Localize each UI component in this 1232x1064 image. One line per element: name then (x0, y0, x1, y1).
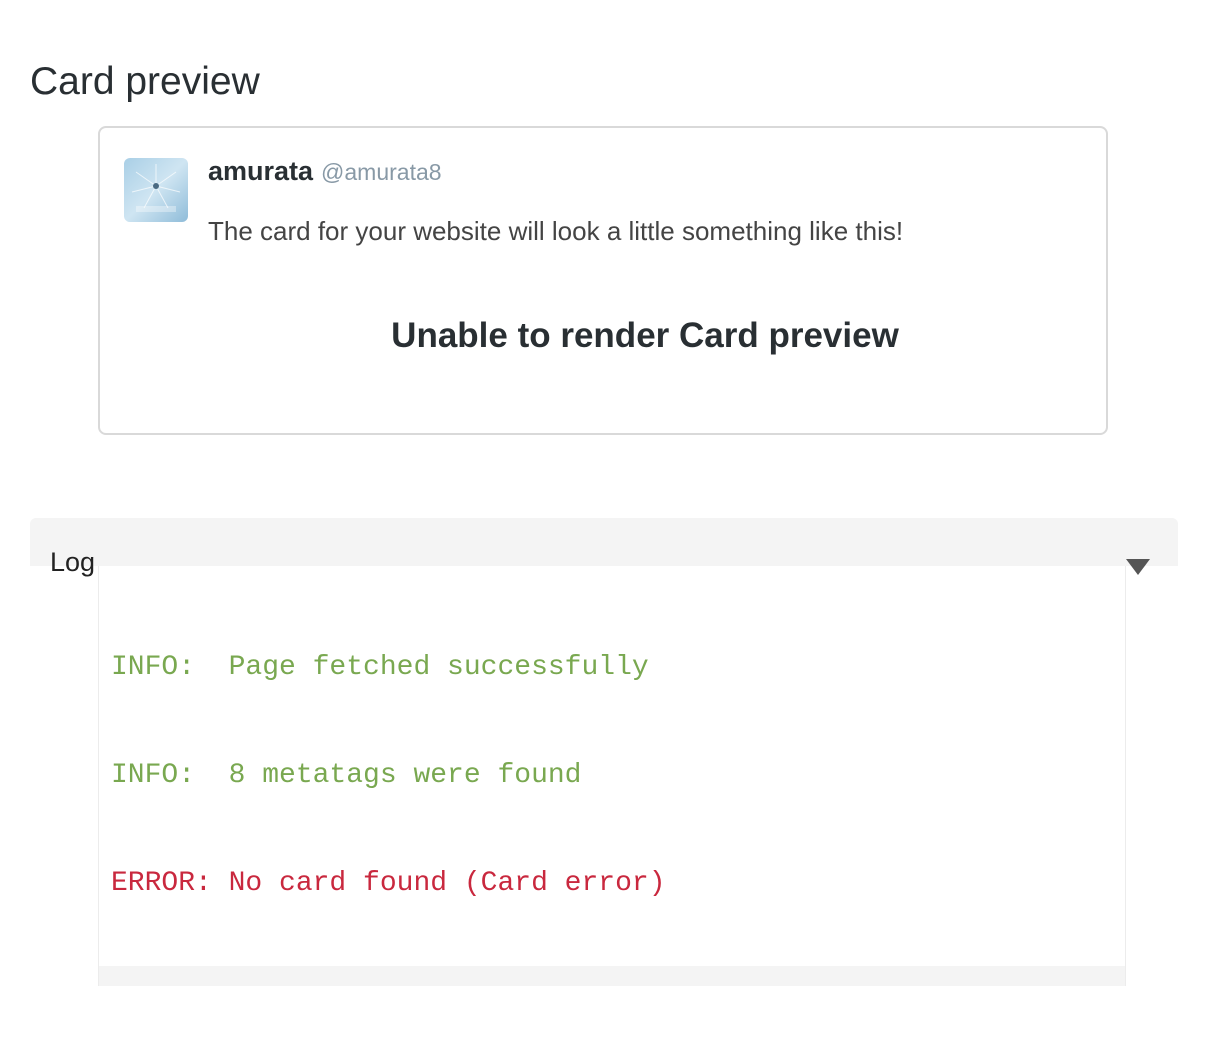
log-line-info: INFO: 8 metatags were found (111, 760, 582, 791)
tweet-text: The card for your website will look a li… (208, 216, 904, 246)
render-error-message: Unable to render Card preview (391, 316, 899, 355)
display-name[interactable]: amurata (208, 156, 313, 186)
triangle-down-icon (1126, 559, 1150, 575)
tweet-author: amurata @amurata8 (208, 156, 442, 187)
log-lines: INFO: Page fetched successfully INFO: 8 … (111, 578, 666, 974)
log-line-error: ERROR: No card found (Card error) (111, 868, 666, 899)
log-line-info: INFO: Page fetched successfully (111, 652, 649, 683)
log-label: Log (50, 547, 96, 577)
user-handle[interactable]: @amurata8 (321, 159, 442, 185)
profile-photo-icon (124, 158, 188, 222)
log-output[interactable]: INFO: Page fetched successfully INFO: 8 … (98, 566, 1126, 986)
log-panel-header (30, 518, 1178, 566)
log-toggle-button[interactable] (1124, 556, 1152, 578)
page-title: Card preview (30, 60, 260, 103)
card-preview-frame: amurata @amurata8 The card for your websi… (98, 126, 1108, 435)
avatar[interactable] (124, 158, 188, 222)
log-scrollbar-track[interactable] (99, 966, 1125, 986)
